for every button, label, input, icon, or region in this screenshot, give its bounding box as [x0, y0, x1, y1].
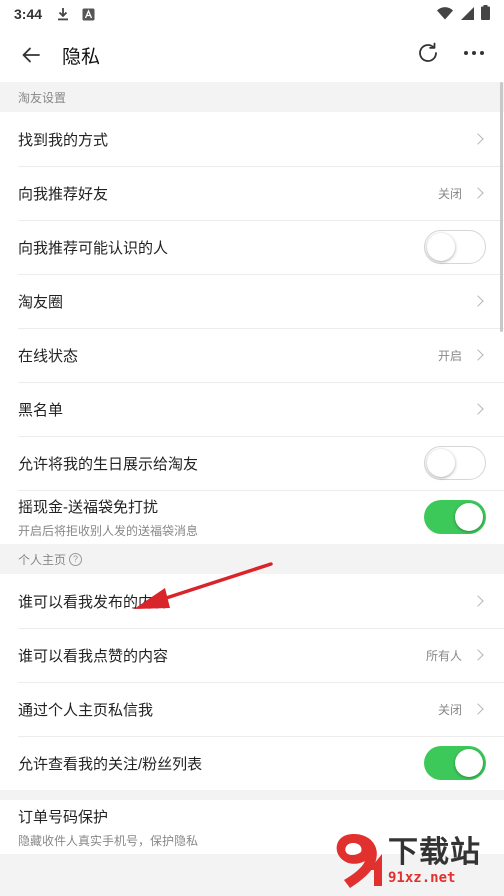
toggle-knob	[427, 448, 455, 477]
section-label-taoyou: 淘友设置	[0, 82, 504, 112]
row-label: 摇现金-送福袋免打扰	[18, 498, 158, 516]
toggle-knob	[455, 749, 483, 777]
watermark-title: 下载站	[388, 836, 481, 869]
section-title: 淘友设置	[18, 90, 67, 105]
row-value: 开启	[437, 348, 462, 363]
chevron-right-icon	[472, 595, 484, 607]
row-lucky-bag-dnd: 摇现金-送福袋免打扰 开启后将拒收别人发的送福袋消息	[0, 490, 504, 544]
row-show-birthday: 允许将我的生日展示给淘友	[0, 436, 504, 490]
question-circle-icon[interactable]: ?	[69, 552, 83, 566]
row-label: 谁可以看我发布的内容	[18, 593, 169, 611]
section-personal-homepage: 谁可以看我发布的内容 谁可以看我点赞的内容 所有人 通过个人主页私信我 关闭 允…	[0, 574, 504, 790]
row-sublabel: 隐藏收件人真实手机号，保护隐私	[18, 833, 199, 848]
row-find-me-method[interactable]: 找到我的方式	[0, 112, 504, 166]
watermark: 下载站 91xz.net	[324, 828, 500, 894]
download-icon	[56, 7, 70, 21]
app-header: 隐私	[0, 28, 504, 82]
chevron-right-icon	[472, 649, 484, 661]
chevron-right-icon	[472, 295, 484, 307]
row-taoyou-circle[interactable]: 淘友圈	[0, 274, 504, 328]
chevron-right-icon	[472, 349, 484, 361]
refresh-icon[interactable]	[416, 41, 440, 70]
scrollbar[interactable]	[500, 82, 503, 332]
toggle-show-birthday[interactable]	[424, 446, 486, 480]
row-label: 向我推荐好友	[18, 185, 109, 203]
row-allow-follow-list: 允许查看我的关注/粉丝列表	[0, 736, 504, 790]
signal-icon	[460, 6, 474, 23]
row-label: 向我推荐可能认识的人	[18, 239, 169, 257]
section-title: 个人主页	[18, 552, 67, 567]
row-label: 淘友圈	[18, 293, 64, 311]
section-gap	[0, 790, 504, 800]
row-who-can-see-likes[interactable]: 谁可以看我点赞的内容 所有人	[0, 628, 504, 682]
watermark-logo-icon	[324, 830, 386, 892]
row-value: 关闭	[437, 186, 462, 201]
row-label: 黑名单	[18, 401, 64, 419]
row-recommend-acquaintances: 向我推荐可能认识的人	[0, 220, 504, 274]
row-label: 允许查看我的关注/粉丝列表	[18, 755, 203, 773]
row-label: 订单号码保护	[18, 808, 109, 826]
a-notification-icon	[82, 8, 95, 21]
chevron-right-icon	[472, 187, 484, 199]
chevron-right-icon	[472, 703, 484, 715]
chevron-right-icon	[472, 133, 484, 145]
row-recommend-friends[interactable]: 向我推荐好友 关闭	[0, 166, 504, 220]
row-blacklist[interactable]: 黑名单	[0, 382, 504, 436]
watermark-url: 91xz.net	[388, 870, 456, 886]
more-icon[interactable]	[462, 41, 486, 70]
row-private-message[interactable]: 通过个人主页私信我 关闭	[0, 682, 504, 736]
row-who-can-see-posts[interactable]: 谁可以看我发布的内容	[0, 574, 504, 628]
toggle-allow-follow-list[interactable]	[424, 746, 486, 780]
back-arrow-icon[interactable]	[14, 38, 48, 72]
chevron-right-icon	[472, 403, 484, 415]
row-label: 谁可以看我点赞的内容	[18, 647, 169, 665]
row-sublabel: 开启后将拒收别人发的送福袋消息	[18, 523, 199, 538]
row-online-status[interactable]: 在线状态 开启	[0, 328, 504, 382]
section-taoyou-settings: 找到我的方式 向我推荐好友 关闭 向我推荐可能认识的人 淘友圈 在线状态 开启 …	[0, 112, 504, 544]
battery-icon	[481, 5, 490, 23]
toggle-knob	[455, 503, 483, 531]
row-value: 所有人	[425, 648, 462, 663]
toggle-recommend-acquaintances[interactable]	[424, 230, 486, 264]
toggle-knob	[427, 232, 455, 261]
row-label: 找到我的方式	[18, 131, 109, 149]
row-value: 关闭	[437, 702, 462, 717]
row-label: 允许将我的生日展示给淘友	[18, 455, 199, 473]
row-label: 在线状态	[18, 347, 79, 365]
section-label-profile: 个人主页 ?	[0, 544, 504, 574]
toggle-lucky-bag-dnd[interactable]	[424, 500, 486, 534]
page-title: 隐私	[62, 46, 101, 68]
row-label: 通过个人主页私信我	[18, 701, 154, 719]
wifi-icon	[437, 6, 453, 23]
status-time: 3:44	[14, 6, 43, 22]
status-bar: 3:44	[0, 0, 504, 28]
